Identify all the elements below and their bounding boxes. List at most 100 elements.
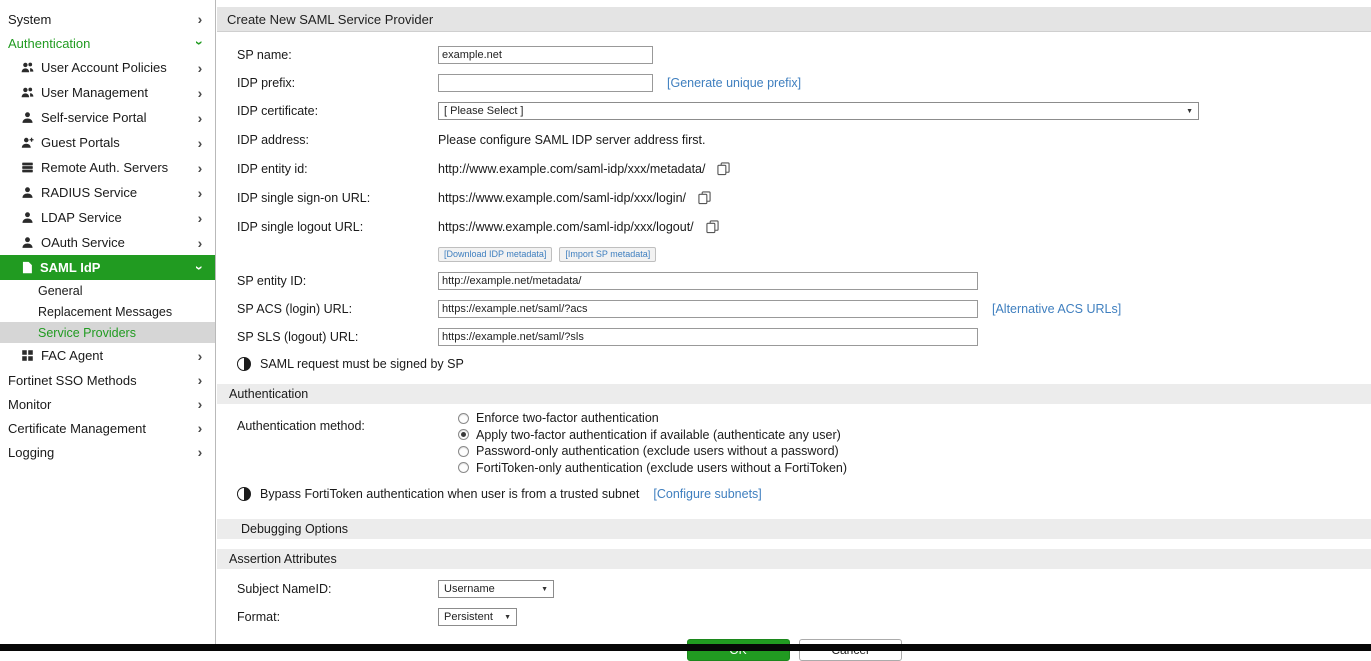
import-sp-metadata-button[interactable]: [Import SP metadata] [559, 247, 656, 262]
sidebar-item-radius-service[interactable]: RADIUS Service › [0, 180, 215, 205]
user-icon [21, 236, 34, 249]
radio-icon[interactable] [458, 446, 469, 457]
sidebar-item-guest-portals[interactable]: Guest Portals › [0, 130, 215, 155]
row-idp-prefix: IDP prefix: [Generate unique prefix] [217, 69, 1371, 97]
sidebar-item-authentication[interactable]: Authentication › [0, 31, 215, 55]
sidebar-item-label: General [38, 284, 82, 298]
chevron-right-icon: › [195, 111, 205, 125]
sidebar-item-system[interactable]: System › [0, 7, 215, 31]
chevron-right-icon: › [195, 349, 205, 363]
sidebar-item-label: Authentication [8, 36, 195, 51]
copy-icon[interactable] [706, 220, 719, 234]
sp-entity-id-input[interactable] [438, 272, 978, 290]
sidebar-item-oauth-service[interactable]: OAuth Service › [0, 230, 215, 255]
generate-unique-prefix-link[interactable]: [Generate unique prefix] [667, 76, 801, 90]
sidebar-item-fac-agent[interactable]: FAC Agent › [0, 343, 215, 368]
sp-sls-url-input[interactable] [438, 328, 978, 346]
sidebar-item-label: RADIUS Service [41, 185, 188, 200]
auth-option-apply-2fa[interactable]: Apply two-factor authentication if avail… [458, 427, 847, 444]
sidebar-item-label: Self-service Portal [41, 110, 188, 125]
auth-option-password-only[interactable]: Password-only authentication (exclude us… [458, 443, 847, 460]
sidebar-item-remote-auth-servers[interactable]: Remote Auth. Servers › [0, 155, 215, 180]
radio-icon[interactable] [458, 413, 469, 424]
row-idp-certificate: IDP certificate: [ Please Select ] ▼ [217, 97, 1371, 125]
grid-icon [21, 349, 34, 362]
format-select[interactable]: Persistent ▼ [438, 608, 517, 626]
idp-address-label: IDP address: [237, 133, 438, 147]
sidebar-item-user-account-policies[interactable]: User Account Policies › [0, 55, 215, 80]
idp-certificate-value: [ Please Select ] [444, 105, 524, 117]
sidebar-item-label: Guest Portals [41, 135, 188, 150]
sidebar-item-general[interactable]: General [0, 280, 215, 301]
sidebar-item-ldap-service[interactable]: LDAP Service › [0, 205, 215, 230]
chevron-right-icon: › [195, 136, 205, 150]
row-sp-entity-id: SP entity ID: [217, 267, 1371, 295]
sp-acs-url-label: SP ACS (login) URL: [237, 302, 438, 316]
chevron-right-icon: › [195, 86, 205, 100]
row-idp-address: IDP address: Please configure SAML IDP s… [217, 125, 1371, 154]
sidebar-item-label: System [8, 12, 195, 27]
copy-icon[interactable] [698, 191, 711, 205]
select-arrow-icon: ▼ [531, 586, 548, 593]
auth-method-label: Authentication method: [237, 410, 438, 433]
bypass-label: Bypass FortiToken authentication when us… [260, 487, 639, 501]
saml-signed-toggle[interactable] [237, 357, 251, 371]
radio-selected-icon[interactable] [458, 429, 469, 440]
debugging-options-section-header[interactable]: Debugging Options [217, 519, 1371, 539]
row-idp-entity-id: IDP entity id: http://www.example.com/sa… [217, 154, 1371, 183]
idp-certificate-label: IDP certificate: [237, 104, 438, 118]
sidebar-item-certificate-management[interactable]: Certificate Management › [0, 416, 215, 440]
chevron-right-icon: › [195, 161, 205, 175]
row-subject-nameid: Subject NameID: Username ▼ [217, 575, 1371, 603]
sidebar-item-logging[interactable]: Logging › [0, 440, 215, 464]
bypass-fortitoken-toggle[interactable] [237, 487, 251, 501]
chevron-right-icon: › [195, 61, 205, 75]
sidebar-item-service-providers[interactable]: Service Providers [0, 322, 215, 343]
sidebar-item-user-management[interactable]: User Management › [0, 80, 215, 105]
subject-nameid-select[interactable]: Username ▼ [438, 580, 554, 598]
sidebar-item-fortinet-sso-methods[interactable]: Fortinet SSO Methods › [0, 368, 215, 392]
sidebar-item-replacement-messages[interactable]: Replacement Messages [0, 301, 215, 322]
row-auth-method: Authentication method: Enforce two-facto… [217, 410, 1371, 476]
sidebar-item-saml-idp[interactable]: SAML IdP › [0, 255, 215, 280]
download-idp-metadata-button[interactable]: [Download IDP metadata] [438, 247, 552, 262]
authentication-section-header: Authentication [217, 384, 1371, 404]
configure-subnets-link[interactable]: [Configure subnets] [653, 487, 761, 501]
auth-option-label: Apply two-factor authentication if avail… [476, 428, 841, 442]
sidebar-item-monitor[interactable]: Monitor › [0, 392, 215, 416]
sidebar-item-self-service-portal[interactable]: Self-service Portal › [0, 105, 215, 130]
auth-option-fortitoken-only[interactable]: FortiToken-only authentication (exclude … [458, 460, 847, 477]
sidebar-item-label: Service Providers [38, 326, 136, 340]
idp-prefix-input[interactable] [438, 74, 653, 92]
user-icon [21, 186, 34, 199]
auth-option-label: FortiToken-only authentication (exclude … [476, 461, 847, 475]
sp-form: SP name: IDP prefix: [Generate unique pr… [217, 32, 1371, 661]
sidebar-item-label: Certificate Management [8, 421, 195, 436]
row-sp-sls-url: SP SLS (logout) URL: [217, 323, 1371, 351]
auth-option-label: Enforce two-factor authentication [476, 411, 659, 425]
sp-name-input[interactable] [438, 46, 653, 64]
idp-sso-url-value: https://www.example.com/saml-idp/xxx/log… [438, 191, 686, 205]
radio-icon[interactable] [458, 462, 469, 473]
user-icon [21, 111, 34, 124]
server-icon [21, 161, 34, 174]
subject-nameid-label: Subject NameID: [237, 582, 438, 596]
row-format: Format: Persistent ▼ [217, 603, 1371, 631]
alternative-acs-urls-link[interactable]: [Alternative ACS URLs] [992, 302, 1121, 316]
copy-icon[interactable] [717, 162, 730, 176]
idp-prefix-label: IDP prefix: [237, 76, 438, 90]
sidebar: System › Authentication › User Account P… [0, 0, 216, 644]
sidebar-item-label: User Management [41, 85, 188, 100]
sidebar-item-label: FAC Agent [41, 348, 188, 363]
bottom-bar [0, 644, 1371, 651]
auth-option-enforce-2fa[interactable]: Enforce two-factor authentication [458, 410, 847, 427]
idp-address-text: Please configure SAML IDP server address… [438, 133, 705, 147]
sidebar-item-label: Fortinet SSO Methods [8, 373, 195, 388]
row-saml-signed-toggle: SAML request must be signed by SP [217, 351, 1371, 377]
row-sp-acs-url: SP ACS (login) URL: [Alternative ACS URL… [217, 295, 1371, 323]
sp-acs-url-input[interactable] [438, 300, 978, 318]
idp-certificate-select[interactable]: [ Please Select ] ▼ [438, 102, 1199, 120]
row-idp-slo-url: IDP single logout URL: https://www.examp… [217, 212, 1371, 241]
chevron-down-icon: › [193, 38, 207, 48]
assertion-attributes-section-header: Assertion Attributes [217, 549, 1371, 569]
